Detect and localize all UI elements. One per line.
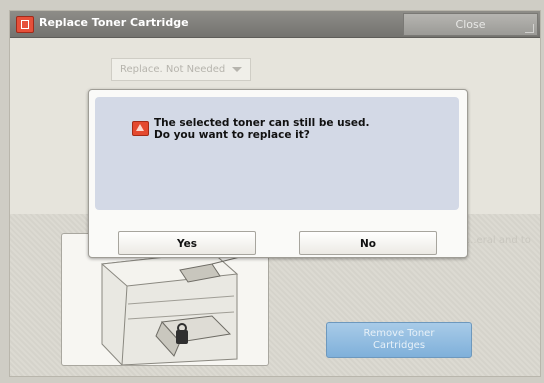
dialog-message-area: The selected toner can still be used. Do… [95,97,459,210]
replace-dropdown[interactable]: Replace. Not Needed [111,58,251,81]
confirm-replace-dialog: The selected toner can still be used. Do… [88,89,468,258]
toner-cartridge-icon [16,16,34,33]
remove-button-label-line2: Cartridges [372,340,426,351]
screen: Replace Toner Cartridge Close Replace. N… [0,0,544,383]
yes-button[interactable]: Yes [118,231,256,255]
dialog-message-line2: Do you want to replace it? [154,129,310,141]
warning-triangle-icon [132,121,149,136]
remove-toner-cartridges-button[interactable]: Remove Toner Cartridges [326,322,472,358]
resize-grip-icon [525,24,534,33]
replace-dropdown-value: Replace. Not Needed [120,64,226,75]
no-button[interactable]: No [299,231,437,255]
background-hint-text: ...eral and to [467,235,531,246]
remove-button-label-line1: Remove Toner [363,328,435,339]
close-button[interactable]: Close [403,13,538,36]
close-button-label: Close [455,18,486,31]
window: Replace Toner Cartridge Close Replace. N… [9,10,541,377]
title-bar: Replace Toner Cartridge Close [10,11,540,38]
dialog-message: The selected toner can still be used. Do… [154,117,370,141]
chevron-down-icon [232,67,242,72]
dialog-message-line1: The selected toner can still be used. [154,117,370,129]
window-title: Replace Toner Cartridge [39,16,189,29]
